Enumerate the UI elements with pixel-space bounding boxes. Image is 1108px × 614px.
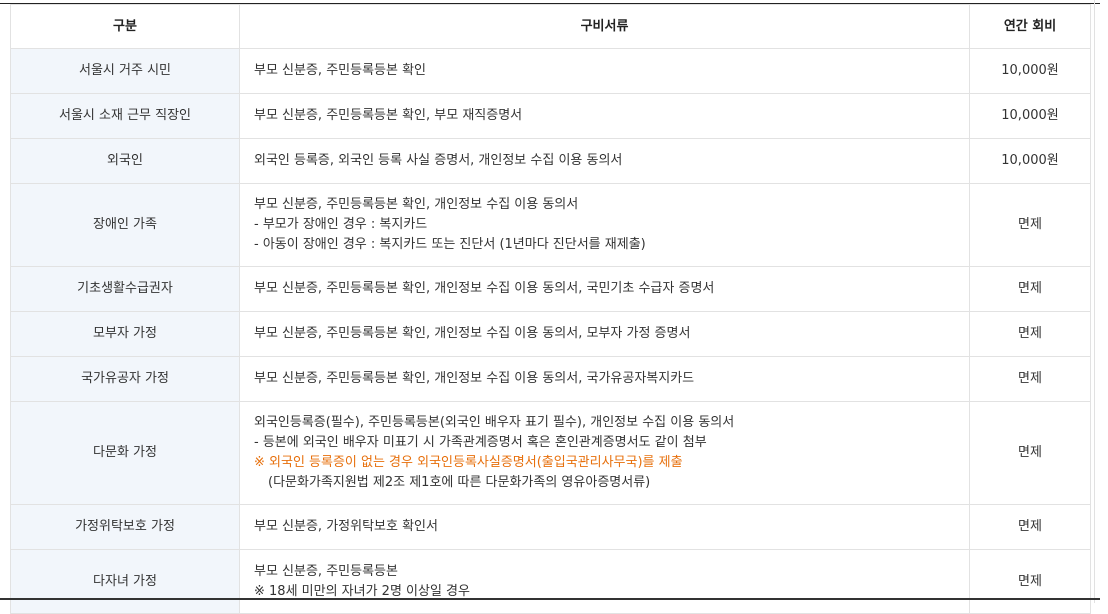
row-category: 가정위탁보호 가정 <box>10 504 240 550</box>
row-fee: 면제 <box>969 549 1091 614</box>
row-fee: 면제 <box>969 401 1091 505</box>
table-bottom-border <box>0 598 1100 600</box>
page-divider <box>1094 0 1095 603</box>
table-row: 장애인 가족 부모 신분증, 주민등록등본 확인, 개인정보 수집 이용 동의서… <box>10 183 1091 267</box>
header-fee: 연간 회비 <box>969 4 1091 49</box>
row-category: 서울시 소재 근무 직장인 <box>10 93 240 139</box>
table-row: 가정위탁보호 가정 부모 신분증, 가정위탁보호 확인서 면제 <box>10 504 1091 550</box>
row-fee: 면제 <box>969 356 1091 402</box>
row-category: 장애인 가족 <box>10 183 240 267</box>
row-fee: 면제 <box>969 311 1091 357</box>
document-line: 부모 신분증, 주민등록등본 확인 <box>254 63 427 78</box>
row-category: 기초생활수급권자 <box>10 266 240 312</box>
table-row: 기초생활수급권자 부모 신분증, 주민등록등본 확인, 개인정보 수집 이용 동… <box>10 266 1091 312</box>
row-documents: 부모 신분증, 주민등록등본 ※ 18세 미만의 자녀가 2명 이상일 경우 <box>239 549 970 614</box>
row-documents: 외국인 등록증, 외국인 등록 사실 증명서, 개인정보 수집 이용 동의서 <box>239 138 970 184</box>
row-fee: 면제 <box>969 183 1091 267</box>
notice-line: ※ 외국인 등록증이 없는 경우 외국인등록사실증명서(출입국관리사무국)를 제… <box>254 455 683 470</box>
document-line: - 등본에 외국인 배우자 미표기 시 가족관계증명서 혹은 혼인관계증명서도 … <box>254 435 707 450</box>
table-row: 국가유공자 가정 부모 신분증, 주민등록등본 확인, 개인정보 수집 이용 동… <box>10 356 1091 402</box>
row-category: 다문화 가정 <box>10 401 240 505</box>
row-category: 외국인 <box>10 138 240 184</box>
row-documents: 부모 신분증, 가정위탁보호 확인서 <box>239 504 970 550</box>
header-category: 구분 <box>10 4 240 49</box>
row-documents: 부모 신분증, 주민등록등본 확인 <box>239 48 970 94</box>
table-row: 다자녀 가정 부모 신분증, 주민등록등본 ※ 18세 미만의 자녀가 2명 이… <box>10 549 1091 614</box>
row-documents: 부모 신분증, 주민등록등본 확인, 개인정보 수집 이용 동의서, 국가유공자… <box>239 356 970 402</box>
row-fee: 면제 <box>969 504 1091 550</box>
table-row: 다문화 가정 외국인등록증(필수), 주민등록등본(외국인 배우자 표기 필수)… <box>10 401 1091 505</box>
table-row: 서울시 거주 시민 부모 신분증, 주민등록등본 확인 10,000원 <box>10 48 1091 94</box>
required-documents-table: 구분 구비서류 연간 회비 서울시 거주 시민 부모 신분증, 주민등록등본 확… <box>10 4 1091 614</box>
table-header-row: 구분 구비서류 연간 회비 <box>10 4 1091 49</box>
document-line: 부모 신분증, 주민등록등본 확인, 개인정보 수집 이용 동의서 <box>254 197 579 212</box>
document-line: - 아동이 장애인 경우 : 복지카드 또는 진단서 (1년마다 진단서를 재제… <box>254 237 646 252</box>
row-documents: 부모 신분증, 주민등록등본 확인, 부모 재직증명서 <box>239 93 970 139</box>
table-row: 외국인 외국인 등록증, 외국인 등록 사실 증명서, 개인정보 수집 이용 동… <box>10 138 1091 184</box>
document-line: 외국인등록증(필수), 주민등록등본(외국인 배우자 표기 필수), 개인정보 … <box>254 415 735 430</box>
document-line: (다문화가족지원법 제2조 제1호에 따른 다문화가족의 영유아증명서류) <box>268 475 651 490</box>
document-line: 부모 신분증, 주민등록등본 <box>254 563 398 579</box>
row-documents: 부모 신분증, 주민등록등본 확인, 개인정보 수집 이용 동의서 - 부모가 … <box>239 183 970 267</box>
document-line: 부모 신분증, 주민등록등본 확인, 부모 재직증명서 <box>254 108 523 123</box>
row-category: 국가유공자 가정 <box>10 356 240 402</box>
row-fee: 면제 <box>969 266 1091 312</box>
document-line: 부모 신분증, 가정위탁보호 확인서 <box>254 519 438 534</box>
row-category: 다자녀 가정 <box>10 549 240 614</box>
document-line: 부모 신분증, 주민등록등본 확인, 개인정보 수집 이용 동의서, 국가유공자… <box>254 371 695 386</box>
document-line: - 부모가 장애인 경우 : 복지카드 <box>254 217 428 232</box>
row-fee: 10,000원 <box>969 138 1091 184</box>
row-documents: 부모 신분증, 주민등록등본 확인, 개인정보 수집 이용 동의서, 모부자 가… <box>239 311 970 357</box>
row-category: 모부자 가정 <box>10 311 240 357</box>
table-row: 서울시 소재 근무 직장인 부모 신분증, 주민등록등본 확인, 부모 재직증명… <box>10 93 1091 139</box>
row-documents: 부모 신분증, 주민등록등본 확인, 개인정보 수집 이용 동의서, 국민기초 … <box>239 266 970 312</box>
document-line: 부모 신분증, 주민등록등본 확인, 개인정보 수집 이용 동의서, 모부자 가… <box>254 326 691 341</box>
header-documents: 구비서류 <box>239 4 970 49</box>
row-documents: 외국인등록증(필수), 주민등록등본(외국인 배우자 표기 필수), 개인정보 … <box>239 401 970 505</box>
row-fee: 10,000원 <box>969 48 1091 94</box>
document-line: 외국인 등록증, 외국인 등록 사실 증명서, 개인정보 수집 이용 동의서 <box>254 153 623 168</box>
table-row: 모부자 가정 부모 신분증, 주민등록등본 확인, 개인정보 수집 이용 동의서… <box>10 311 1091 357</box>
document-line: 부모 신분증, 주민등록등본 확인, 개인정보 수집 이용 동의서, 국민기초 … <box>254 281 715 296</box>
row-fee: 10,000원 <box>969 93 1091 139</box>
row-category: 서울시 거주 시민 <box>10 48 240 94</box>
